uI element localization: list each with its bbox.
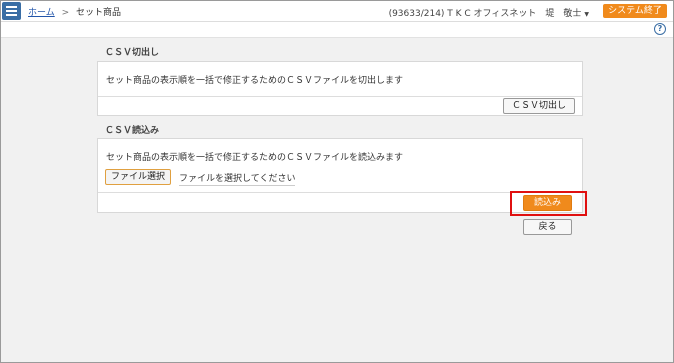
app-window: ホーム > セット商品 (93633/214) T K C オフィスネット 堤 … — [0, 0, 674, 363]
chevron-down-icon: ▼ — [584, 11, 589, 18]
breadcrumb-current: セット商品 — [76, 8, 122, 18]
user-menu[interactable]: (93633/214) T K C オフィスネット 堤 敬士 ▼ — [389, 6, 589, 19]
breadcrumb-home-link[interactable]: ホーム — [28, 8, 55, 18]
csv-export-description: セット商品の表示順を一括で修正するためのＣＳＶファイルを切出します — [106, 76, 404, 86]
help-icon[interactable]: ? — [654, 23, 666, 35]
sub-toolbar: ? — [1, 22, 673, 38]
user-info-text: (93633/214) T K C オフィスネット 堤 敬士 — [388, 9, 582, 19]
file-name-label: ファイルを選択してください — [179, 171, 296, 186]
hamburger-menu-icon[interactable] — [2, 2, 21, 20]
file-select-button[interactable]: ファイル選択 — [105, 169, 171, 185]
breadcrumb: ホーム > セット商品 — [28, 5, 121, 18]
system-exit-button[interactable]: システム終了 — [603, 4, 667, 18]
csv-export-button[interactable]: ＣＳＶ切出し — [503, 98, 575, 114]
csv-export-title: ＣＳＶ切出し — [105, 48, 160, 58]
highlight-box — [510, 191, 587, 216]
csv-export-panel: セット商品の表示順を一括で修正するためのＣＳＶファイルを切出します ＣＳＶ切出し — [97, 61, 583, 116]
csv-import-title: ＣＳＶ読込み — [105, 126, 160, 136]
csv-import-description: セット商品の表示順を一括で修正するためのＣＳＶファイルを読込みます — [106, 153, 404, 163]
back-button[interactable]: 戻る — [523, 219, 572, 235]
csv-export-footer: ＣＳＶ切出し — [98, 96, 582, 115]
top-bar: ホーム > セット商品 (93633/214) T K C オフィスネット 堤 … — [1, 1, 673, 22]
breadcrumb-separator: > — [61, 8, 70, 18]
